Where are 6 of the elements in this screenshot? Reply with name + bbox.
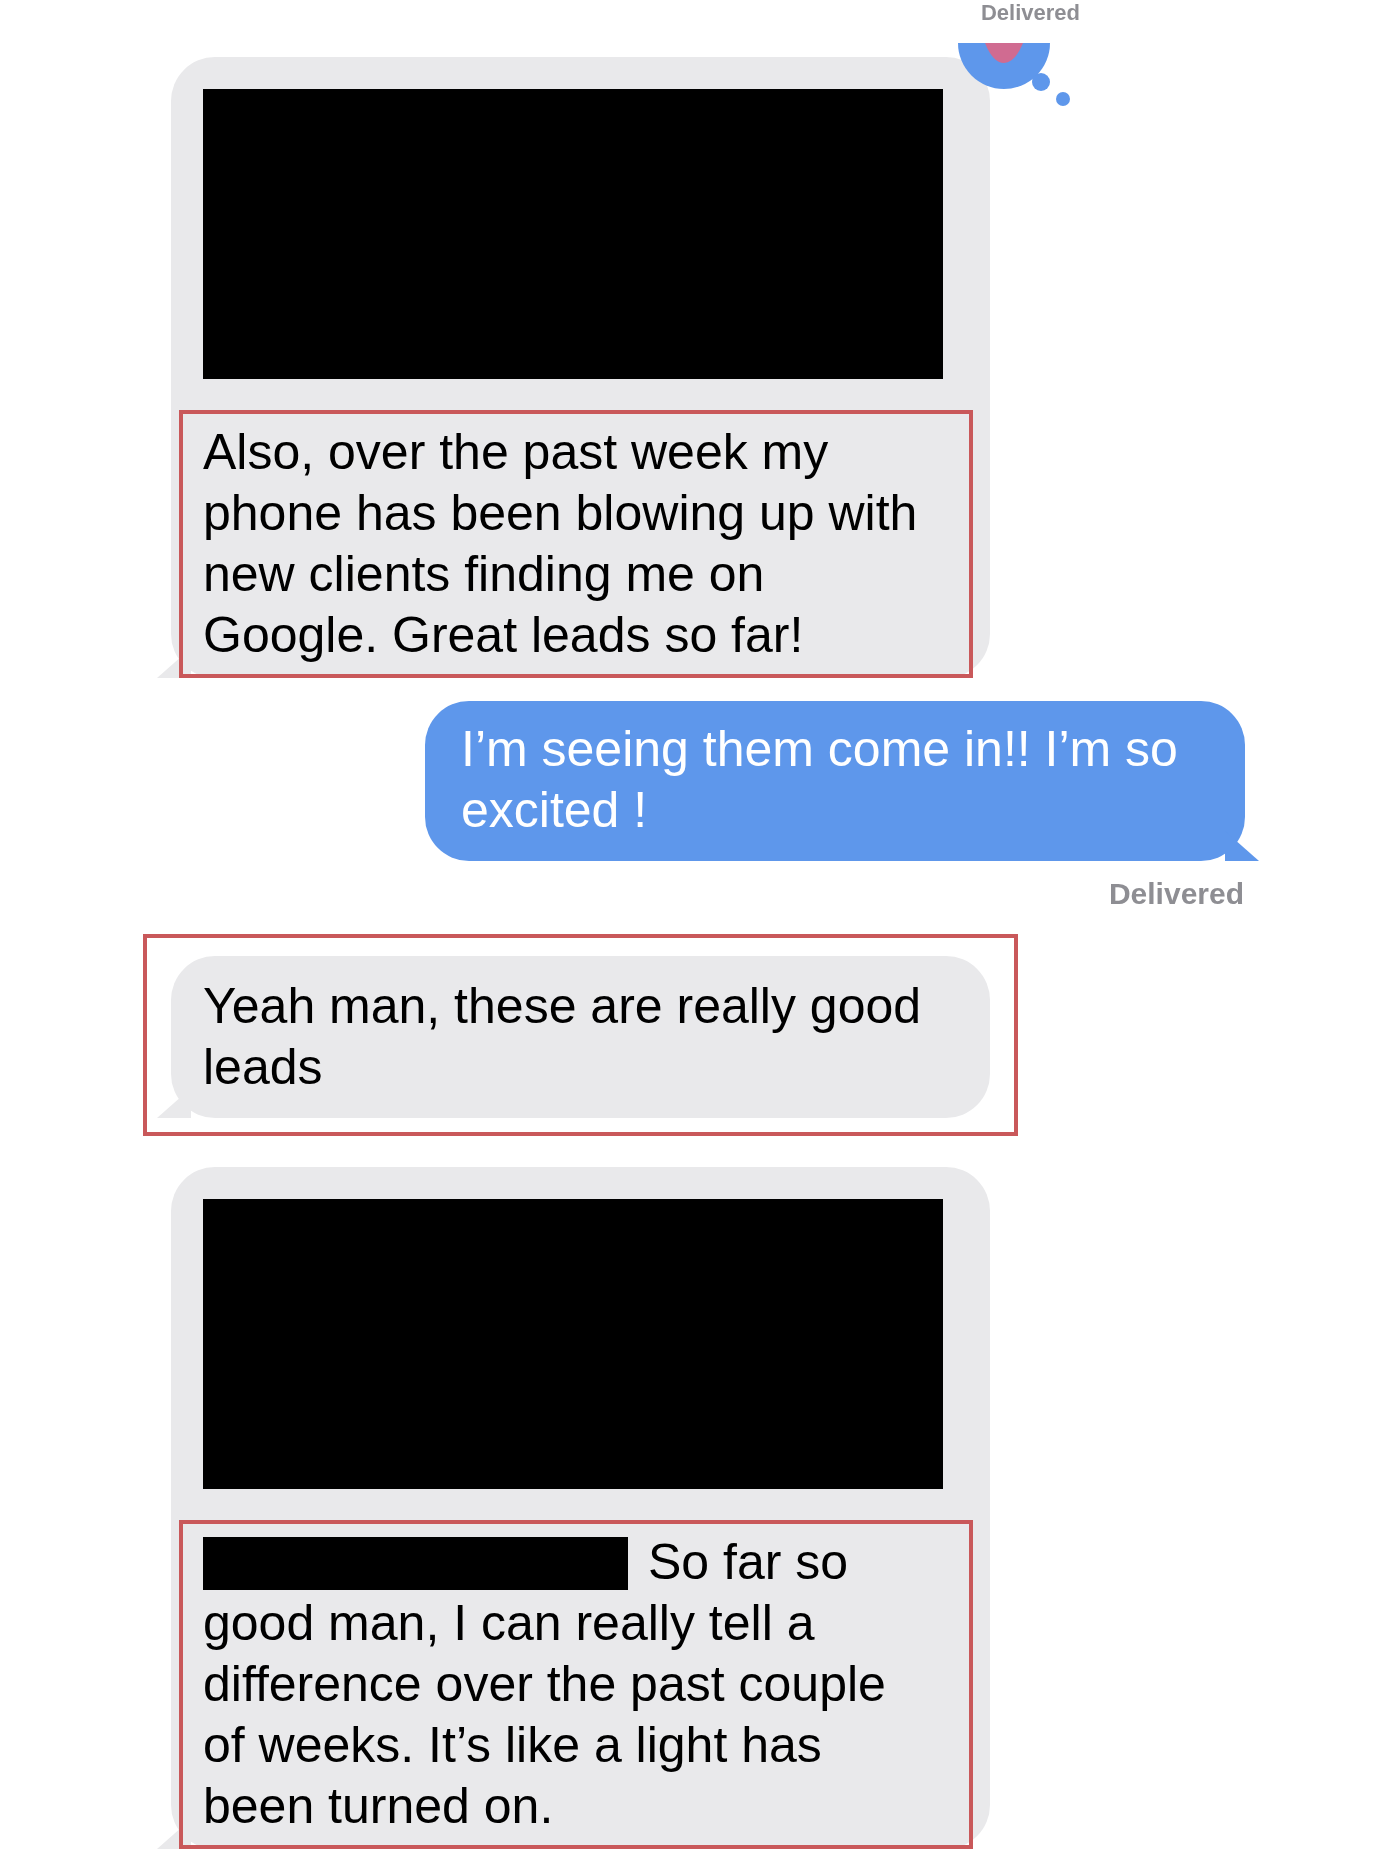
message-text: Also, over the past week my phone has been blowing up with new clients finding me on Google. Great leads so far! — [203, 423, 919, 665]
message-text: I’m seeing them come in!! I’m so excited ! — [461, 720, 1179, 840]
delivered-status: Delivered — [1107, 877, 1245, 911]
message-text: Yeah man, these are really good leads — [203, 977, 923, 1097]
message-text: So far so good man, I can really tell a difference over the past couple of weeks. It’s like a light has been turned on. — [203, 1533, 887, 1836]
delivered-status: Delivered — [979, 0, 1081, 26]
